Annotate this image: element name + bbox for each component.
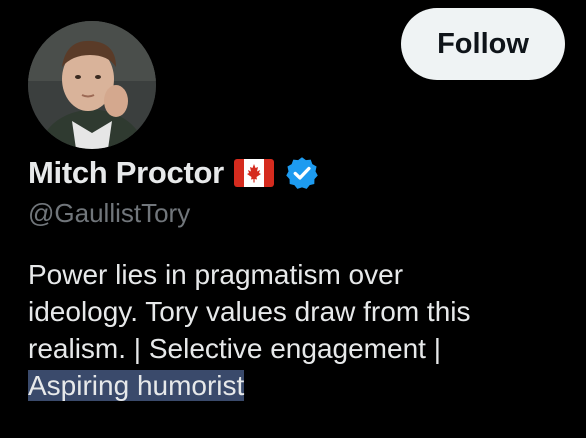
bio-line: ideology. Tory values draw from this: [28, 296, 471, 327]
canada-flag-icon: [233, 159, 274, 187]
avatar-image: [28, 21, 156, 149]
profile-handle[interactable]: @GaullistTory: [28, 198, 190, 229]
profile-bio: Power lies in pragmatism over ideology. …: [28, 256, 568, 404]
bio-line: Power lies in pragmatism over: [28, 259, 404, 290]
bio-line-selected: Aspiring humorist: [28, 367, 568, 404]
avatar[interactable]: [28, 21, 156, 149]
profile-name-row: Mitch Proctor: [28, 152, 320, 194]
follow-button[interactable]: Follow: [401, 8, 565, 80]
display-name: Mitch Proctor: [28, 155, 224, 190]
verified-badge-icon[interactable]: [284, 155, 320, 191]
bio-line: realism. | Selective engagement |: [28, 333, 441, 364]
selected-text[interactable]: Aspiring humorist: [28, 370, 245, 401]
